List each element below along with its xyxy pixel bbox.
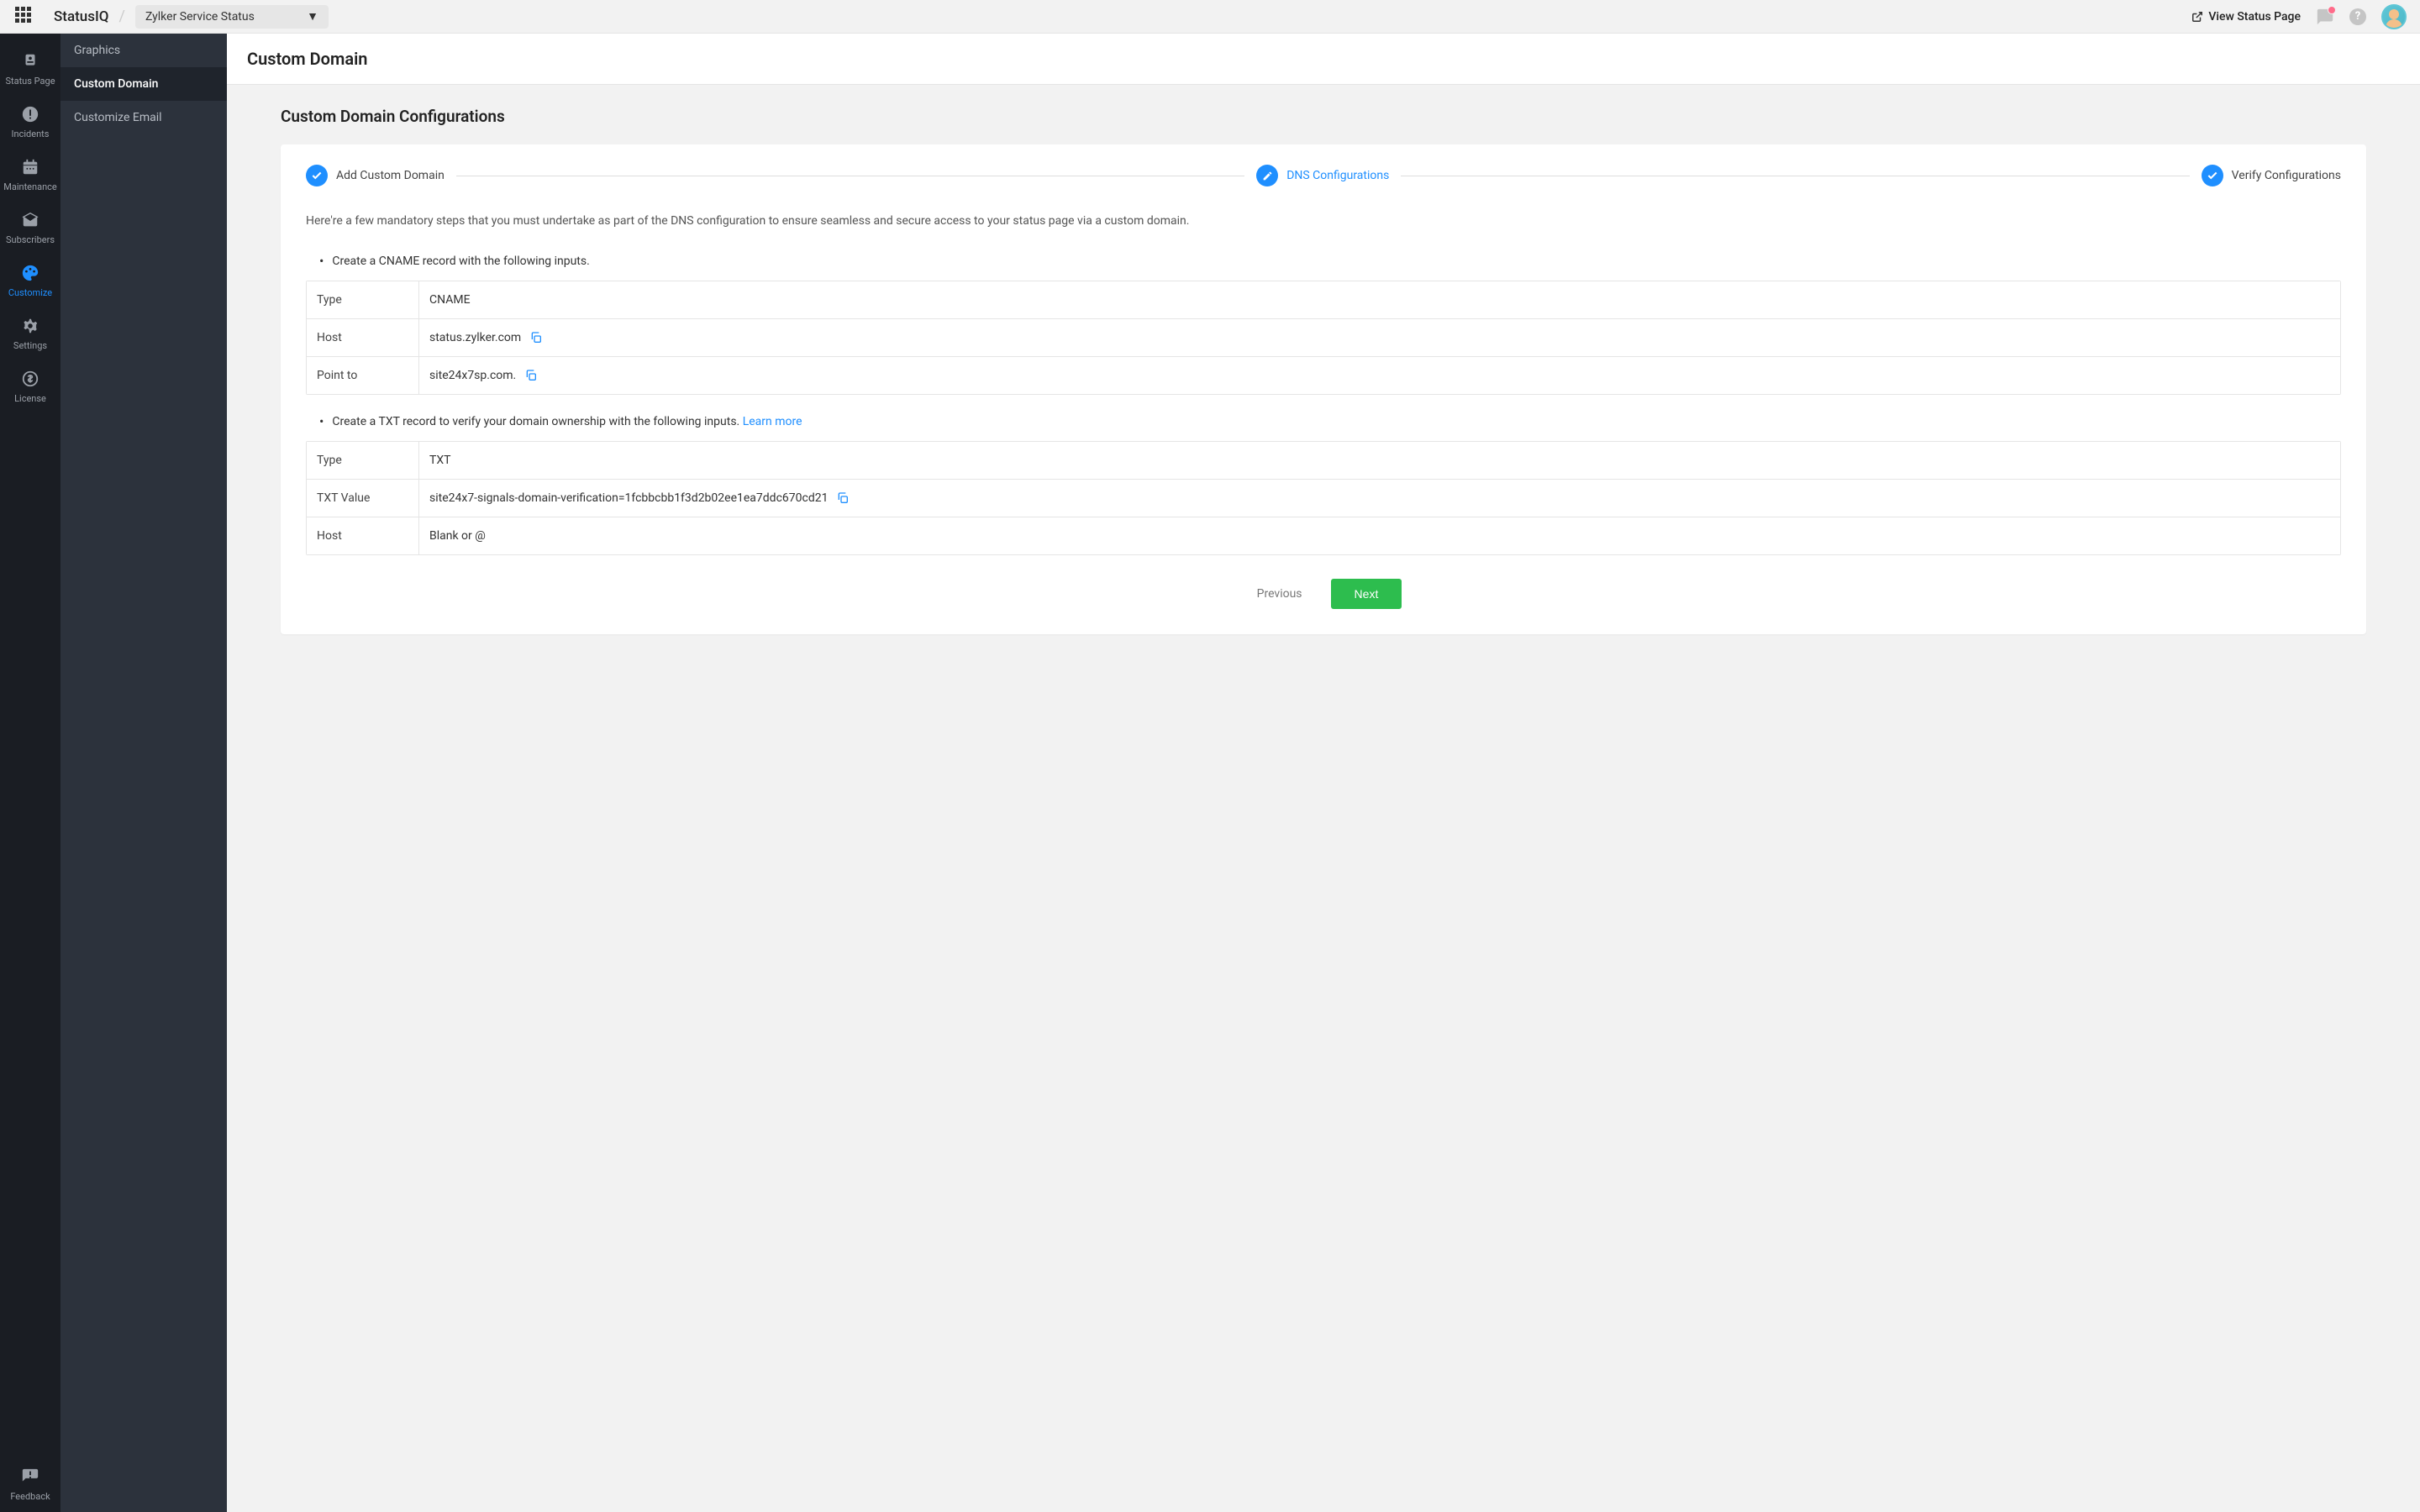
table-row: Host status.zylker.com <box>307 319 2340 357</box>
notification-badge <box>2328 6 2336 14</box>
table-row: Point to site24x7sp.com. <box>307 357 2340 394</box>
table-row: Type TXT <box>307 442 2340 480</box>
cname-table: Type CNAME Host status.zylker.com <box>306 281 2341 395</box>
badge-icon <box>21 52 39 71</box>
learn-more-link[interactable]: Learn more <box>743 415 802 428</box>
topbar: StatusIQ / Zylker Service Status ▼ View … <box>0 0 2420 34</box>
apps-grid-icon[interactable] <box>15 7 35 27</box>
next-button[interactable]: Next <box>1331 579 1402 609</box>
table-row: Host Blank or @ <box>307 517 2340 554</box>
table-row: TXT Value site24x7-signals-domain-verifi… <box>307 480 2340 517</box>
view-status-page-label: View Status Page <box>2208 10 2301 24</box>
notifications-icon[interactable] <box>2316 8 2334 26</box>
copy-icon[interactable] <box>836 491 850 505</box>
action-row: Previous Next <box>306 579 2341 609</box>
feedback-icon <box>21 1467 39 1486</box>
intro-text: Here're a few mandatory steps that you m… <box>306 210 2341 233</box>
check-icon <box>306 165 328 186</box>
nav-maintenance[interactable]: Maintenance <box>0 150 60 202</box>
step-add-domain[interactable]: Add Custom Domain <box>306 165 445 186</box>
page-title: Custom Domain <box>247 49 2400 69</box>
external-link-icon <box>2191 11 2203 23</box>
chevron-down-icon: ▼ <box>307 9 318 24</box>
alert-icon <box>21 105 39 123</box>
subnav-graphics[interactable]: Graphics <box>60 34 227 67</box>
section-title: Custom Domain Configurations <box>281 107 2366 126</box>
sidebar-primary: Status Page Incidents Maintenance Subscr… <box>0 34 60 1512</box>
config-card: Add Custom Domain DNS Configurations Ver… <box>281 144 2366 634</box>
separator: / <box>119 8 125 25</box>
subnav-customize-email[interactable]: Customize Email <box>60 101 227 134</box>
user-avatar[interactable] <box>2381 4 2407 29</box>
nav-feedback[interactable]: Feedback <box>0 1459 60 1512</box>
nav-license[interactable]: License <box>0 361 60 414</box>
main-content: Custom Domain Custom Domain Configuratio… <box>227 34 2420 1512</box>
view-status-page-link[interactable]: View Status Page <box>2191 10 2301 24</box>
status-page-selector-label: Zylker Service Status <box>145 10 255 24</box>
brand-name: StatusIQ <box>54 8 109 25</box>
copy-icon[interactable] <box>524 369 538 382</box>
bullet-cname: Create a CNAME record with the following… <box>306 253 2341 270</box>
nav-subscribers[interactable]: Subscribers <box>0 202 60 255</box>
stepper: Add Custom Domain DNS Configurations Ver… <box>306 165 2341 186</box>
nav-customize[interactable]: Customize <box>0 255 60 308</box>
txt-table: Type TXT TXT Value site24x7-signals-doma… <box>306 441 2341 555</box>
help-icon[interactable]: ? <box>2349 8 2366 25</box>
check-icon <box>2202 165 2223 186</box>
copy-icon[interactable] <box>529 331 543 344</box>
step-dns-config[interactable]: DNS Configurations <box>1256 165 1389 186</box>
inbox-icon <box>21 211 39 229</box>
nav-incidents[interactable]: Incidents <box>0 97 60 150</box>
main-header: Custom Domain <box>227 34 2420 85</box>
bullet-txt: Create a TXT record to verify your domai… <box>306 413 2341 431</box>
nav-settings[interactable]: Settings <box>0 308 60 361</box>
calendar-icon <box>21 158 39 176</box>
table-row: Type CNAME <box>307 281 2340 319</box>
nav-status-page[interactable]: Status Page <box>0 44 60 97</box>
gear-icon <box>21 317 39 335</box>
edit-icon <box>1256 165 1278 186</box>
step-verify[interactable]: Verify Configurations <box>2202 165 2341 186</box>
status-page-selector[interactable]: Zylker Service Status ▼ <box>135 5 329 29</box>
sidebar-secondary: Graphics Custom Domain Customize Email <box>60 34 227 1512</box>
subnav-custom-domain[interactable]: Custom Domain <box>60 67 227 101</box>
dollar-icon <box>21 370 39 388</box>
previous-button[interactable]: Previous <box>1245 579 1314 609</box>
palette-icon <box>21 264 39 282</box>
